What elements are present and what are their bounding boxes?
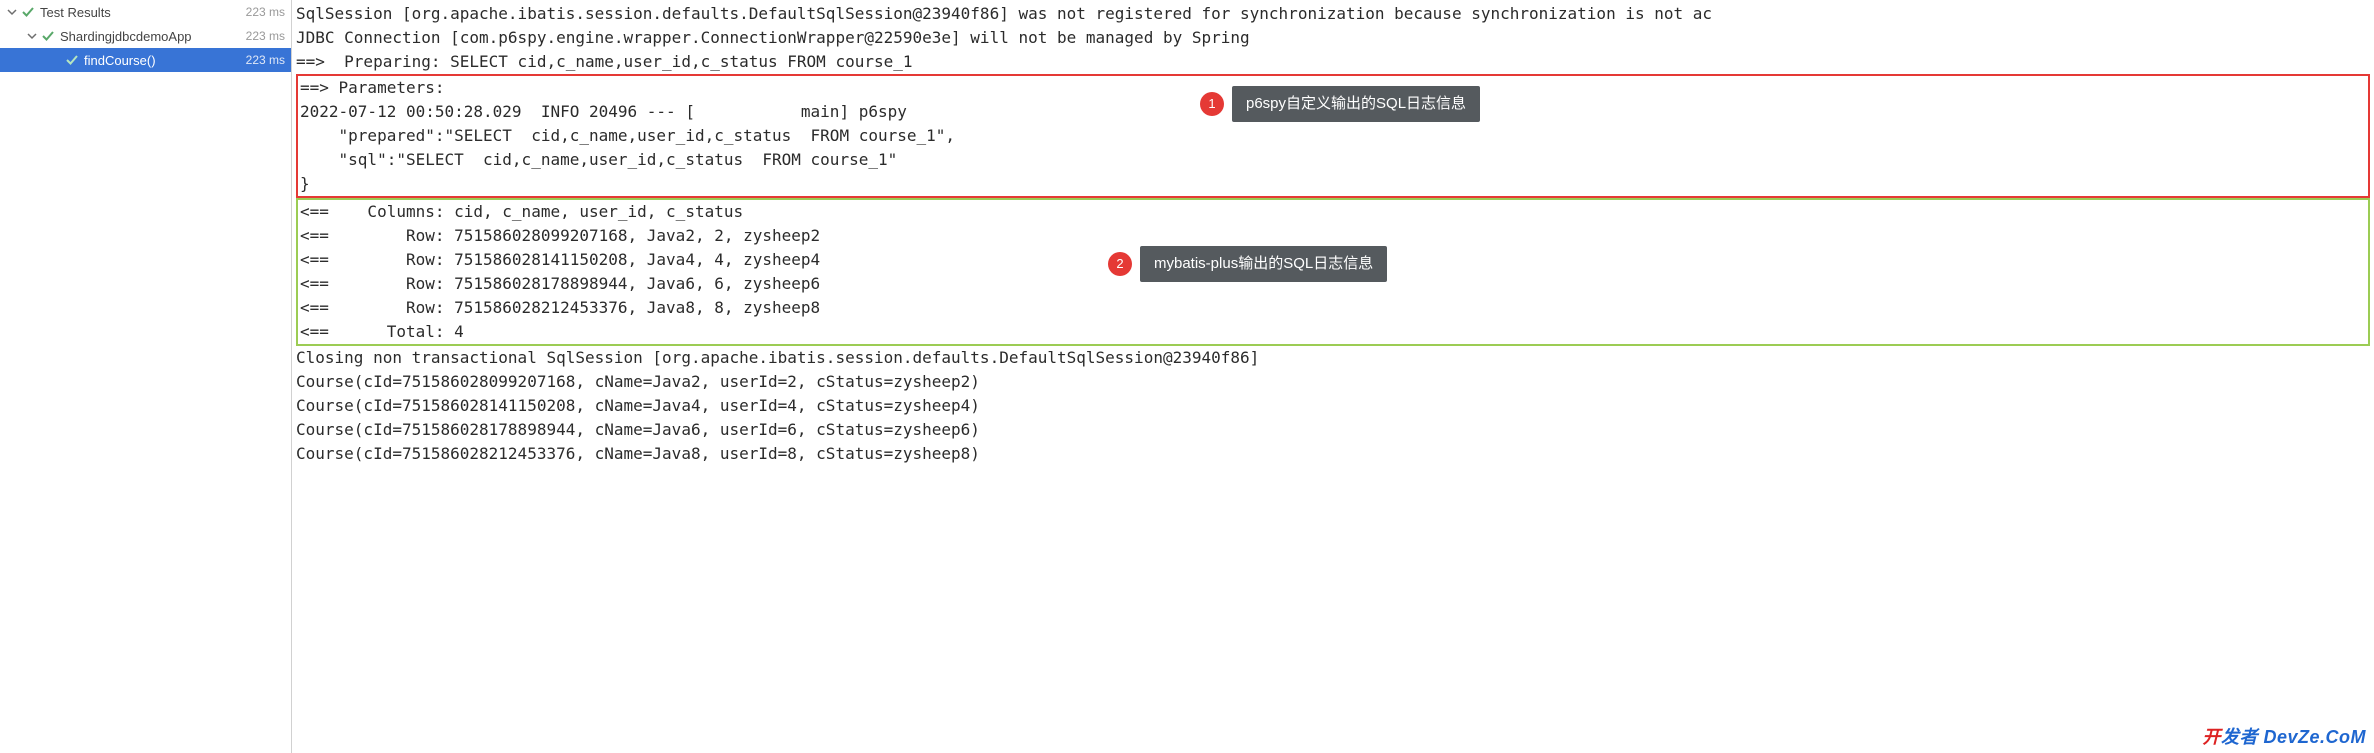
tree-app-row[interactable]: ShardingjdbcdemoApp 223 ms <box>0 24 291 48</box>
console-line: ==> Preparing: SELECT cid,c_name,user_id… <box>296 50 2370 74</box>
check-icon <box>66 54 78 66</box>
console-line: <== Columns: cid, c_name, user_id, c_sta… <box>300 200 2366 224</box>
console-line: <== Row: 751586028212453376, Java8, 8, z… <box>300 296 2366 320</box>
console-line: "prepared":"SELECT cid,c_name,user_id,c_… <box>300 124 2366 148</box>
chevron-down-icon[interactable] <box>6 7 18 17</box>
console-line: <== Total: 4 <box>300 320 2366 344</box>
tree-root-label: Test Results <box>40 5 246 20</box>
check-icon <box>22 6 34 18</box>
callout-text: p6spy自定义输出的SQL日志信息 <box>1232 86 1480 122</box>
callout-text: mybatis-plus输出的SQL日志信息 <box>1140 246 1387 282</box>
console-line: Course(cId=751586028099207168, cName=Jav… <box>296 370 2370 394</box>
tree-root-time: 223 ms <box>246 5 285 19</box>
console-line: SqlSession [org.apache.ibatis.session.de… <box>296 2 2370 26</box>
console-line: Course(cId=751586028178898944, cName=Jav… <box>296 418 2370 442</box>
watermark: 开发者 DevZe.CoM <box>2202 725 2366 749</box>
callout-1: 1 p6spy自定义输出的SQL日志信息 <box>1200 86 1480 122</box>
tree-app-time: 223 ms <box>246 29 285 43</box>
console-line: "sql":"SELECT cid,c_name,user_id,c_statu… <box>300 148 2366 172</box>
chevron-down-icon[interactable] <box>26 31 38 41</box>
tree-method-row[interactable]: findCourse() 223 ms <box>0 48 291 72</box>
console-line: Closing non transactional SqlSession [or… <box>296 346 2370 370</box>
callout-number-icon: 2 <box>1108 252 1132 276</box>
callout-number-icon: 1 <box>1200 92 1224 116</box>
console-line: } <box>300 172 2366 196</box>
console-line: Course(cId=751586028141150208, cName=Jav… <box>296 394 2370 418</box>
console-line: <== Row: 751586028099207168, Java2, 2, z… <box>300 224 2366 248</box>
check-icon <box>42 30 54 42</box>
tree-root-row[interactable]: Test Results 223 ms <box>0 0 291 24</box>
tree-app-label: ShardingjdbcdemoApp <box>60 29 246 44</box>
console-line: Course(cId=751586028212453376, cName=Jav… <box>296 442 2370 466</box>
tree-method-label: findCourse() <box>84 53 246 68</box>
console-line: JDBC Connection [com.p6spy.engine.wrappe… <box>296 26 2370 50</box>
tree-method-time: 223 ms <box>246 53 285 67</box>
console-output[interactable]: SqlSession [org.apache.ibatis.session.de… <box>292 0 2374 753</box>
callout-2: 2 mybatis-plus输出的SQL日志信息 <box>1108 246 1387 282</box>
test-results-panel: Test Results 223 ms ShardingjdbcdemoApp … <box>0 0 292 753</box>
